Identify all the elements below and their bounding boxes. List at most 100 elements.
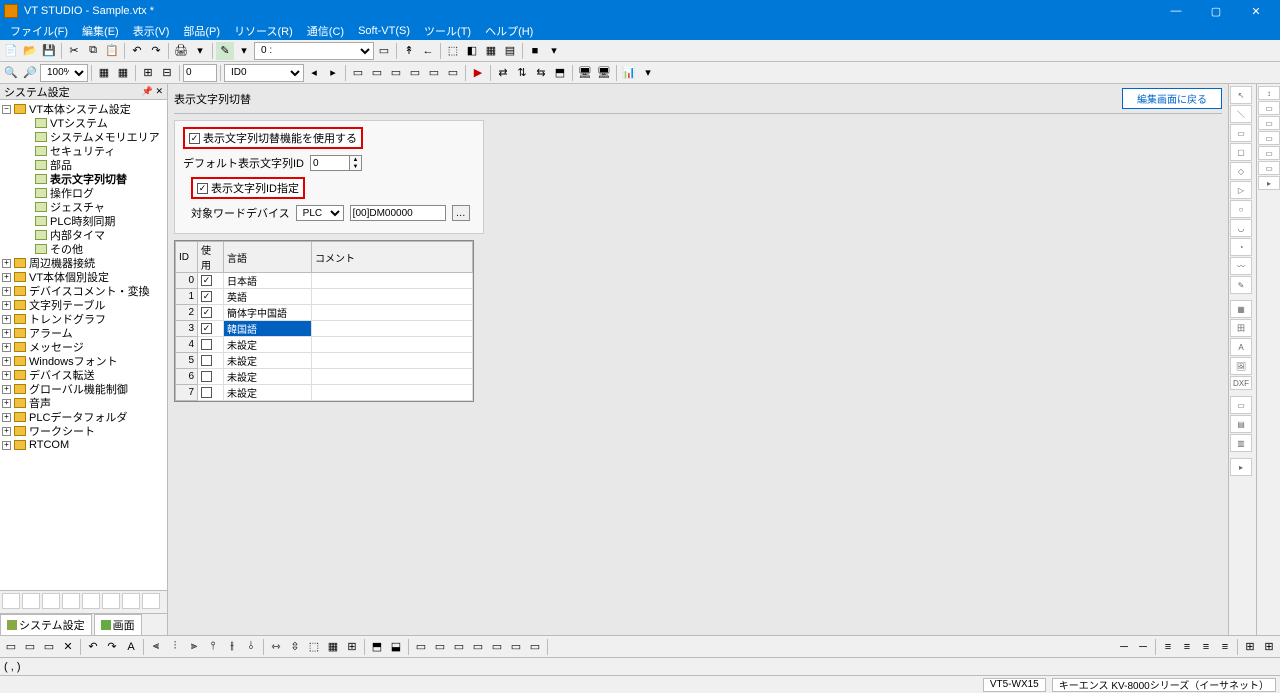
menu-file[interactable]: ファイル(F) bbox=[4, 22, 74, 40]
tree-folder[interactable]: +グローバル機能制御 bbox=[0, 382, 167, 396]
tree[interactable]: − VT本体システム設定 VTシステムシステムメモリエリアセキュリティ部品表示文… bbox=[0, 100, 167, 590]
tree-item[interactable]: その他 bbox=[0, 242, 167, 256]
bb-6-icon[interactable]: ↷ bbox=[103, 638, 121, 656]
tab-system[interactable]: システム設定 bbox=[0, 614, 92, 635]
t2-f-icon[interactable]: ▭ bbox=[444, 64, 462, 82]
page-combo[interactable]: 0 : bbox=[254, 42, 374, 60]
grid-row[interactable]: 3韓国語 bbox=[176, 321, 473, 337]
tree-folder[interactable]: +メッセージ bbox=[0, 340, 167, 354]
bb-z4-icon[interactable]: ≡ bbox=[1216, 638, 1234, 656]
tree-item[interactable]: 内部タイマ bbox=[0, 228, 167, 242]
bb-al-c-icon[interactable]: ⫶ bbox=[166, 638, 184, 656]
menu-comm[interactable]: 通信(C) bbox=[301, 22, 350, 40]
tool-a-icon[interactable]: ⬚ bbox=[444, 42, 462, 60]
tree-item[interactable]: セキュリティ bbox=[0, 144, 167, 158]
rt-text-icon[interactable]: A bbox=[1230, 338, 1252, 356]
pin-icon[interactable]: 📌 ✕ bbox=[142, 86, 163, 97]
tree-item[interactable]: ジェスチャ bbox=[0, 200, 167, 214]
bb-2-icon[interactable]: ▭ bbox=[21, 638, 39, 656]
t2-c-icon[interactable]: ▭ bbox=[387, 64, 405, 82]
zoom-combo[interactable]: 100% bbox=[40, 64, 88, 82]
bb-grp-icon[interactable]: ⊞ bbox=[343, 638, 361, 656]
device-input[interactable] bbox=[350, 205, 446, 221]
rt-curve-icon[interactable]: 〰 bbox=[1230, 257, 1252, 275]
bb-x4-icon[interactable]: ▭ bbox=[469, 638, 487, 656]
row-use-checkbox[interactable] bbox=[201, 387, 212, 398]
rt-pie-icon[interactable]: ◔ bbox=[1230, 238, 1252, 256]
rt2-a-icon[interactable]: ↕ bbox=[1258, 86, 1280, 100]
grid-row[interactable]: 0日本語 bbox=[176, 273, 473, 289]
copy-icon[interactable]: ⧉ bbox=[84, 42, 102, 60]
chart-dd-icon[interactable]: ▾ bbox=[639, 64, 657, 82]
bb-x6-icon[interactable]: ▭ bbox=[507, 638, 525, 656]
menu-help[interactable]: ヘルプ(H) bbox=[479, 22, 539, 40]
sb-f-icon[interactable] bbox=[102, 593, 120, 609]
language-grid[interactable]: ID 使用 言語 コメント 0日本語1英語2簡体字中国語3韓国語4未設定5未設定… bbox=[174, 240, 474, 402]
rt-g2-icon[interactable]: ▤ bbox=[1230, 415, 1252, 433]
row-use-checkbox[interactable] bbox=[201, 355, 212, 366]
rt-g1-icon[interactable]: ▭ bbox=[1230, 396, 1252, 414]
bb-al-t-icon[interactable]: ⫯ bbox=[204, 638, 222, 656]
device-browse-button[interactable]: … bbox=[452, 205, 470, 221]
rt-dxf-icon[interactable]: DXF bbox=[1230, 376, 1252, 390]
bb-dist-v-icon[interactable]: ⇳ bbox=[286, 638, 304, 656]
tree-folder[interactable]: +PLCデータフォルダ bbox=[0, 410, 167, 424]
tree-item[interactable]: 表示文字列切替 bbox=[0, 172, 167, 186]
plc-select[interactable]: PLC bbox=[296, 205, 344, 221]
grid-row[interactable]: 5未設定 bbox=[176, 353, 473, 369]
grid-b-icon[interactable]: ▦ bbox=[114, 64, 132, 82]
prop-icon[interactable]: ▭ bbox=[375, 42, 393, 60]
sb-cut-icon[interactable] bbox=[2, 593, 20, 609]
row-use-checkbox[interactable] bbox=[201, 339, 212, 350]
t2-e-icon[interactable]: ▭ bbox=[425, 64, 443, 82]
bb-z2-icon[interactable]: ≡ bbox=[1178, 638, 1196, 656]
edit-dd-icon[interactable]: ▾ bbox=[235, 42, 253, 60]
tree-item[interactable]: システムメモリエリア bbox=[0, 130, 167, 144]
tree-item[interactable]: PLC時刻同期 bbox=[0, 214, 167, 228]
rt2-c-icon[interactable]: ▭ bbox=[1258, 116, 1280, 130]
bb-al-m-icon[interactable]: ⫲ bbox=[223, 638, 241, 656]
bb-y2-icon[interactable]: ─ bbox=[1134, 638, 1152, 656]
color-dd-icon[interactable]: ▾ bbox=[545, 42, 563, 60]
bb-4-icon[interactable]: ✕ bbox=[59, 638, 77, 656]
default-id-spinner[interactable]: ▲▼ bbox=[310, 155, 362, 171]
bb-dist-h-icon[interactable]: ⇿ bbox=[267, 638, 285, 656]
sb-e-icon[interactable] bbox=[82, 593, 100, 609]
zoom-out-icon[interactable]: 🔎 bbox=[21, 64, 39, 82]
rt-img-icon[interactable]: 🖼 bbox=[1230, 357, 1252, 375]
rt-poly-icon[interactable]: ◇ bbox=[1230, 162, 1252, 180]
sb-h-icon[interactable] bbox=[142, 593, 160, 609]
sb-del-icon[interactable] bbox=[62, 593, 80, 609]
tree-folder[interactable]: +デバイス転送 bbox=[0, 368, 167, 382]
grid-row[interactable]: 1英語 bbox=[176, 289, 473, 305]
rt-arc-icon[interactable]: ◡ bbox=[1230, 219, 1252, 237]
tool-b-icon[interactable]: ◧ bbox=[463, 42, 481, 60]
xfer-b-icon[interactable]: ⇅ bbox=[513, 64, 531, 82]
row-use-checkbox[interactable] bbox=[201, 307, 212, 318]
back-button[interactable]: 編集画面に戻る bbox=[1122, 88, 1222, 109]
menu-softvt[interactable]: Soft-VT(S) bbox=[352, 24, 416, 38]
rt-g3-icon[interactable]: ▥ bbox=[1230, 434, 1252, 452]
default-id-input[interactable] bbox=[311, 156, 349, 170]
bb-3-icon[interactable]: ▭ bbox=[40, 638, 58, 656]
rt-ellipse-icon[interactable]: ○ bbox=[1230, 200, 1252, 218]
cut-icon[interactable]: ✂ bbox=[65, 42, 83, 60]
rt-tri-icon[interactable]: ▷ bbox=[1230, 181, 1252, 199]
redo-icon[interactable]: ↷ bbox=[147, 42, 165, 60]
row-use-checkbox[interactable] bbox=[201, 275, 212, 286]
minimize-button[interactable]: — bbox=[1156, 0, 1196, 22]
snap-a-icon[interactable]: ⊞ bbox=[139, 64, 157, 82]
edit-icon[interactable]: ✎ bbox=[216, 42, 234, 60]
tree-folder[interactable]: +トレンドグラフ bbox=[0, 312, 167, 326]
grid-row[interactable]: 7未設定 bbox=[176, 385, 473, 401]
bb-ord-b-icon[interactable]: ⬓ bbox=[387, 638, 405, 656]
open-icon[interactable]: 📂 bbox=[21, 42, 39, 60]
tree-folder[interactable]: +文字列テーブル bbox=[0, 298, 167, 312]
rt-table-icon[interactable]: ▦ bbox=[1230, 300, 1252, 318]
row-use-checkbox[interactable] bbox=[201, 323, 212, 334]
maximize-button[interactable]: ▢ bbox=[1196, 0, 1236, 22]
undo-icon[interactable]: ↶ bbox=[128, 42, 146, 60]
grid-a-icon[interactable]: ▦ bbox=[95, 64, 113, 82]
grid-row[interactable]: 4未設定 bbox=[176, 337, 473, 353]
mon-a-icon[interactable]: 🖥 bbox=[576, 64, 594, 82]
